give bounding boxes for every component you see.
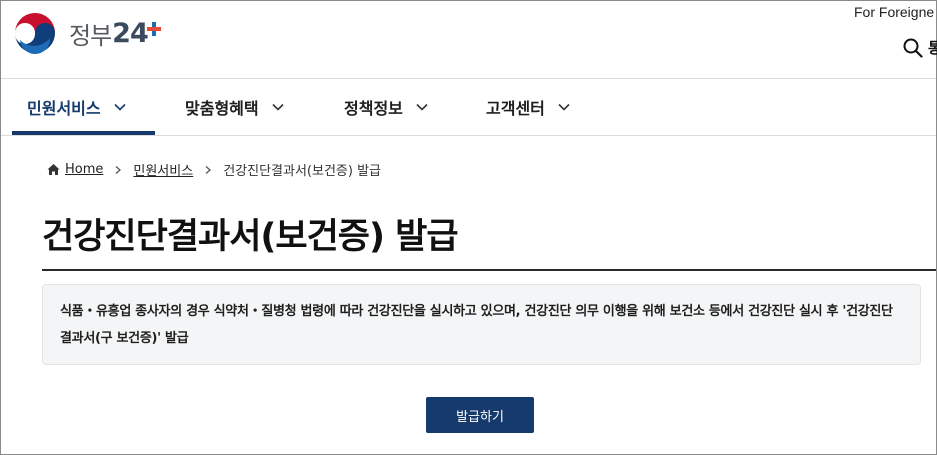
home-icon (47, 164, 60, 175)
chevron-right-icon (205, 165, 212, 174)
service-description-box: 식품・유흥업 종사자의 경우 식약처・질병청 법령에 따라 건강진단을 실시하고… (42, 284, 921, 365)
nav-item-custom-benefits[interactable]: 맞춤형혜택 (185, 79, 285, 135)
chevron-down-icon (416, 103, 428, 111)
title-divider (42, 269, 936, 271)
logo-text: 정부 (69, 21, 112, 50)
chevron-down-icon (272, 103, 284, 111)
search-label: 통 (928, 39, 937, 57)
nav-item-label: 정책정보 (344, 99, 403, 118)
breadcrumb-current: 건강진단결과서(보건증) 발급 (223, 164, 381, 179)
nav-item-label: 고객센터 (486, 99, 545, 118)
breadcrumb: Home 민원서비스 건강진단결과서(보건증) 발급 (47, 160, 381, 179)
service-description: 식품・유흥업 종사자의 경우 식약처・질병청 법령에 따라 건강진단을 실시하고… (60, 304, 893, 346)
logo-number: 24 (112, 17, 149, 49)
site-header: 정부 24 For Foreigne 통 (1, 1, 937, 79)
breadcrumb-home[interactable]: Home (65, 162, 103, 177)
logo-plus (146, 22, 161, 36)
search-button[interactable]: 통 (903, 37, 937, 58)
page-title: 건강진단결과서(보건증) 발급 (42, 217, 459, 257)
chevron-down-icon (558, 103, 570, 111)
breadcrumb-civil-services[interactable]: 민원서비스 (133, 160, 193, 179)
active-nav-indicator (12, 131, 155, 135)
nav-item-civil-services[interactable]: 민원서비스 (27, 79, 127, 135)
search-icon (903, 38, 923, 58)
chevron-down-icon (114, 103, 126, 111)
nav-item-policy-info[interactable]: 정책정보 (344, 79, 429, 135)
nav-item-label: 민원서비스 (27, 99, 101, 118)
issue-button[interactable]: 발급하기 (426, 397, 534, 433)
government-emblem-icon (13, 11, 57, 55)
logo-wordmark: 정부 24 (69, 16, 161, 51)
nav-item-label: 맞춤형혜택 (185, 99, 259, 118)
site-logo[interactable]: 정부 24 (12, 10, 161, 56)
nav-item-customer-center[interactable]: 고객센터 (486, 79, 571, 135)
foreign-language-link[interactable]: For Foreigne (854, 4, 934, 20)
main-nav: 민원서비스 맞춤형혜택 정책정보 고객센터 (1, 79, 936, 136)
chevron-right-icon (115, 165, 122, 174)
